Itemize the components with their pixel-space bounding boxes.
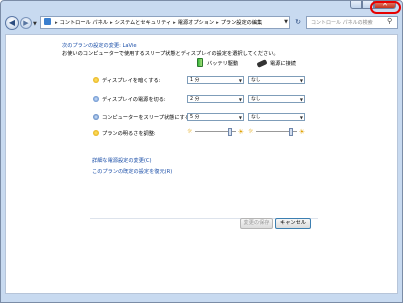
- main-content: 次のプランの設定の変更: LaVie お使いのコンピューターで使用するスリープ状…: [5, 34, 398, 294]
- plan-description: お使いのコンピューターで使用するスリープ状態とディスプレイの設定を選択してくださ…: [62, 51, 279, 57]
- refresh-icon[interactable]: ↻: [293, 16, 303, 29]
- restore-defaults-link[interactable]: このプランの既定の設定を復元(R): [92, 168, 172, 175]
- sleep-battery-select[interactable]: 5 分 ▼: [187, 113, 244, 121]
- sun-small-icon: ☼: [187, 128, 193, 135]
- brightness-icon: [93, 130, 99, 136]
- column-header-battery: バッテリ駆動: [207, 61, 239, 67]
- display-off-plugged-select[interactable]: なし ▼: [248, 95, 305, 103]
- close-button-highlight: [370, 1, 401, 14]
- column-header-plugged-in: 電源に接続: [270, 61, 296, 67]
- forward-button[interactable]: ▶: [20, 17, 32, 29]
- control-panel-icon: [44, 18, 51, 25]
- address-dropdown-icon[interactable]: ▼: [282, 16, 290, 29]
- search-icon[interactable]: ⚲: [387, 17, 392, 25]
- slider-thumb[interactable]: [228, 128, 233, 136]
- select-value: 5 分: [190, 115, 200, 120]
- recent-pages-dropdown-icon[interactable]: ▼: [33, 21, 37, 27]
- address-bar[interactable]: ▸ コントロール パネル ▸ システムとセキュリティ ▸ 電源オプション ▸ プラン設定の編集: [40, 16, 290, 29]
- battery-icon: [197, 58, 203, 67]
- chevron-down-icon: ▼: [238, 115, 242, 120]
- row-label-dim-display: ディスプレイを暗くする:: [102, 78, 161, 84]
- row-label-sleep: コンピューターをスリープ状態にする:: [102, 115, 192, 121]
- chevron-down-icon: ▼: [238, 78, 242, 83]
- sun-large-icon: ☀: [298, 128, 305, 136]
- breadcrumb-item[interactable]: 電源オプション: [178, 20, 214, 26]
- select-value: 2 分: [190, 97, 200, 102]
- select-value: 1 分: [190, 78, 200, 83]
- display-off-battery-select[interactable]: 2 分 ▼: [187, 95, 244, 103]
- brightness-plugged-slider[interactable]: ☼ ☀: [248, 128, 305, 136]
- title-bar: ✕: [1, 0, 402, 10]
- select-value: なし: [251, 97, 261, 102]
- advanced-settings-link[interactable]: 詳細な電源設定の変更(C): [92, 157, 152, 164]
- chevron-down-icon: ▼: [238, 97, 242, 102]
- display-off-icon: [93, 96, 99, 102]
- dim-display-icon: [93, 77, 99, 83]
- save-button[interactable]: 変更の保存: [240, 218, 273, 229]
- dim-display-plugged-select[interactable]: なし ▼: [248, 76, 305, 84]
- breadcrumb-item[interactable]: プラン設定の編集: [221, 20, 263, 26]
- chevron-down-icon: ▼: [299, 97, 303, 102]
- breadcrumb-item[interactable]: システムとセキュリティ: [115, 20, 172, 26]
- back-button[interactable]: ◀: [5, 16, 19, 30]
- navigation-bar: ◀ ▶ ▼ ▸ コントロール パネル ▸ システムとセキュリティ ▸ 電源オプション ▸ プラ…: [3, 15, 400, 33]
- breadcrumb-item[interactable]: コントロール パネル: [60, 20, 108, 26]
- row-label-brightness: プランの明るさを調整:: [102, 131, 156, 137]
- minimize-button[interactable]: [350, 1, 362, 9]
- chevron-down-icon: ▼: [299, 115, 303, 120]
- dim-display-battery-select[interactable]: 1 分 ▼: [187, 76, 244, 84]
- brightness-battery-slider[interactable]: ☼ ☀: [187, 128, 244, 136]
- sun-large-icon: ☀: [237, 128, 244, 136]
- sleep-plugged-select[interactable]: なし ▼: [248, 113, 305, 121]
- cancel-button[interactable]: キャンセル: [275, 218, 311, 229]
- plan-title: 次のプランの設定の変更: LaVie: [62, 43, 137, 49]
- chevron-down-icon: ▼: [299, 78, 303, 83]
- select-value: なし: [251, 115, 261, 120]
- slider-thumb[interactable]: [289, 128, 294, 136]
- search-input[interactable]: コントロール パネルの検索: [306, 16, 398, 29]
- window: ✕ ◀ ▶ ▼ ▸ コントロール パネル ▸ システムとセキュリティ ▸ 電源オプション ▸…: [0, 0, 403, 303]
- row-label-display-off: ディスプレイの電源を切る:: [102, 97, 166, 103]
- sleep-icon: [93, 114, 99, 120]
- sun-small-icon: ☼: [248, 128, 254, 135]
- plug-icon: [256, 59, 268, 68]
- select-value: なし: [251, 78, 261, 83]
